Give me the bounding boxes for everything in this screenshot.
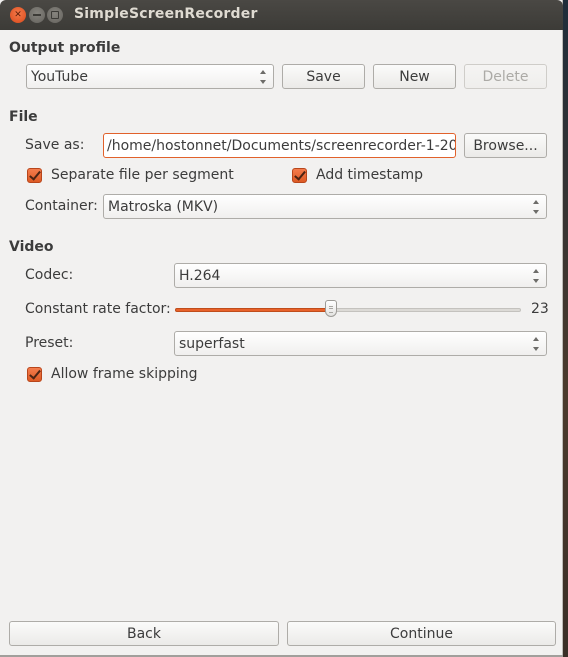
app-window: ✕ SimpleScreenRecorder Output profile Yo…: [0, 0, 563, 657]
browse-button[interactable]: Browse...: [464, 133, 547, 158]
output-profile-heading: Output profile: [9, 40, 121, 56]
updown-arrows-icon: [532, 200, 540, 214]
separate-file-checkbox[interactable]: Separate file per segment: [27, 167, 234, 183]
desktop-background: [563, 0, 568, 657]
continue-button[interactable]: Continue: [287, 621, 556, 646]
slider-thumb[interactable]: [325, 300, 337, 317]
container-label: Container:: [25, 198, 98, 214]
crf-label: Constant rate factor:: [25, 301, 171, 317]
updown-arrows-icon: [532, 269, 540, 283]
title-bar[interactable]: ✕ SimpleScreenRecorder: [0, 0, 563, 30]
maximize-window-button[interactable]: [47, 7, 63, 23]
new-profile-button[interactable]: New: [373, 64, 456, 89]
slider-fill: [175, 308, 331, 312]
preset-select[interactable]: superfast: [174, 331, 547, 356]
updown-arrows-icon: [532, 337, 540, 351]
profile-select[interactable]: YouTube: [26, 64, 274, 89]
codec-select-value: H.264: [179, 267, 221, 284]
add-timestamp-label: Add timestamp: [316, 167, 424, 183]
preset-label: Preset:: [25, 335, 74, 351]
save-profile-button[interactable]: Save: [282, 64, 365, 89]
crf-slider[interactable]: [175, 300, 521, 320]
crf-value: 23: [531, 301, 549, 317]
back-button[interactable]: Back: [9, 621, 279, 646]
allow-frame-skipping-checkbox[interactable]: Allow frame skipping: [27, 366, 198, 382]
window-title: SimpleScreenRecorder: [74, 6, 258, 22]
checkbox-checked-icon: [292, 167, 307, 183]
checkbox-checked-icon: [27, 167, 42, 183]
add-timestamp-checkbox[interactable]: Add timestamp: [292, 167, 423, 183]
codec-label: Codec:: [25, 267, 74, 283]
profile-select-value: YouTube: [31, 68, 88, 85]
close-icon: ✕: [14, 10, 22, 20]
file-heading: File: [9, 109, 38, 125]
save-as-input[interactable]: /home/hostonnet/Documents/screenrecorder…: [103, 133, 456, 158]
checkbox-checked-icon: [27, 366, 42, 382]
container-select[interactable]: Matroska (MKV): [103, 194, 547, 219]
allow-frame-skipping-label: Allow frame skipping: [51, 366, 198, 382]
updown-arrows-icon: [259, 70, 267, 84]
minimize-window-button[interactable]: [29, 7, 45, 23]
video-heading: Video: [9, 239, 54, 255]
container-select-value: Matroska (MKV): [108, 198, 219, 215]
codec-select[interactable]: H.264: [174, 263, 547, 288]
close-window-button[interactable]: ✕: [10, 7, 26, 23]
preset-select-value: superfast: [179, 335, 245, 352]
separate-file-label: Separate file per segment: [51, 167, 234, 183]
save-as-label: Save as:: [25, 137, 85, 153]
delete-profile-button[interactable]: Delete: [464, 64, 547, 89]
